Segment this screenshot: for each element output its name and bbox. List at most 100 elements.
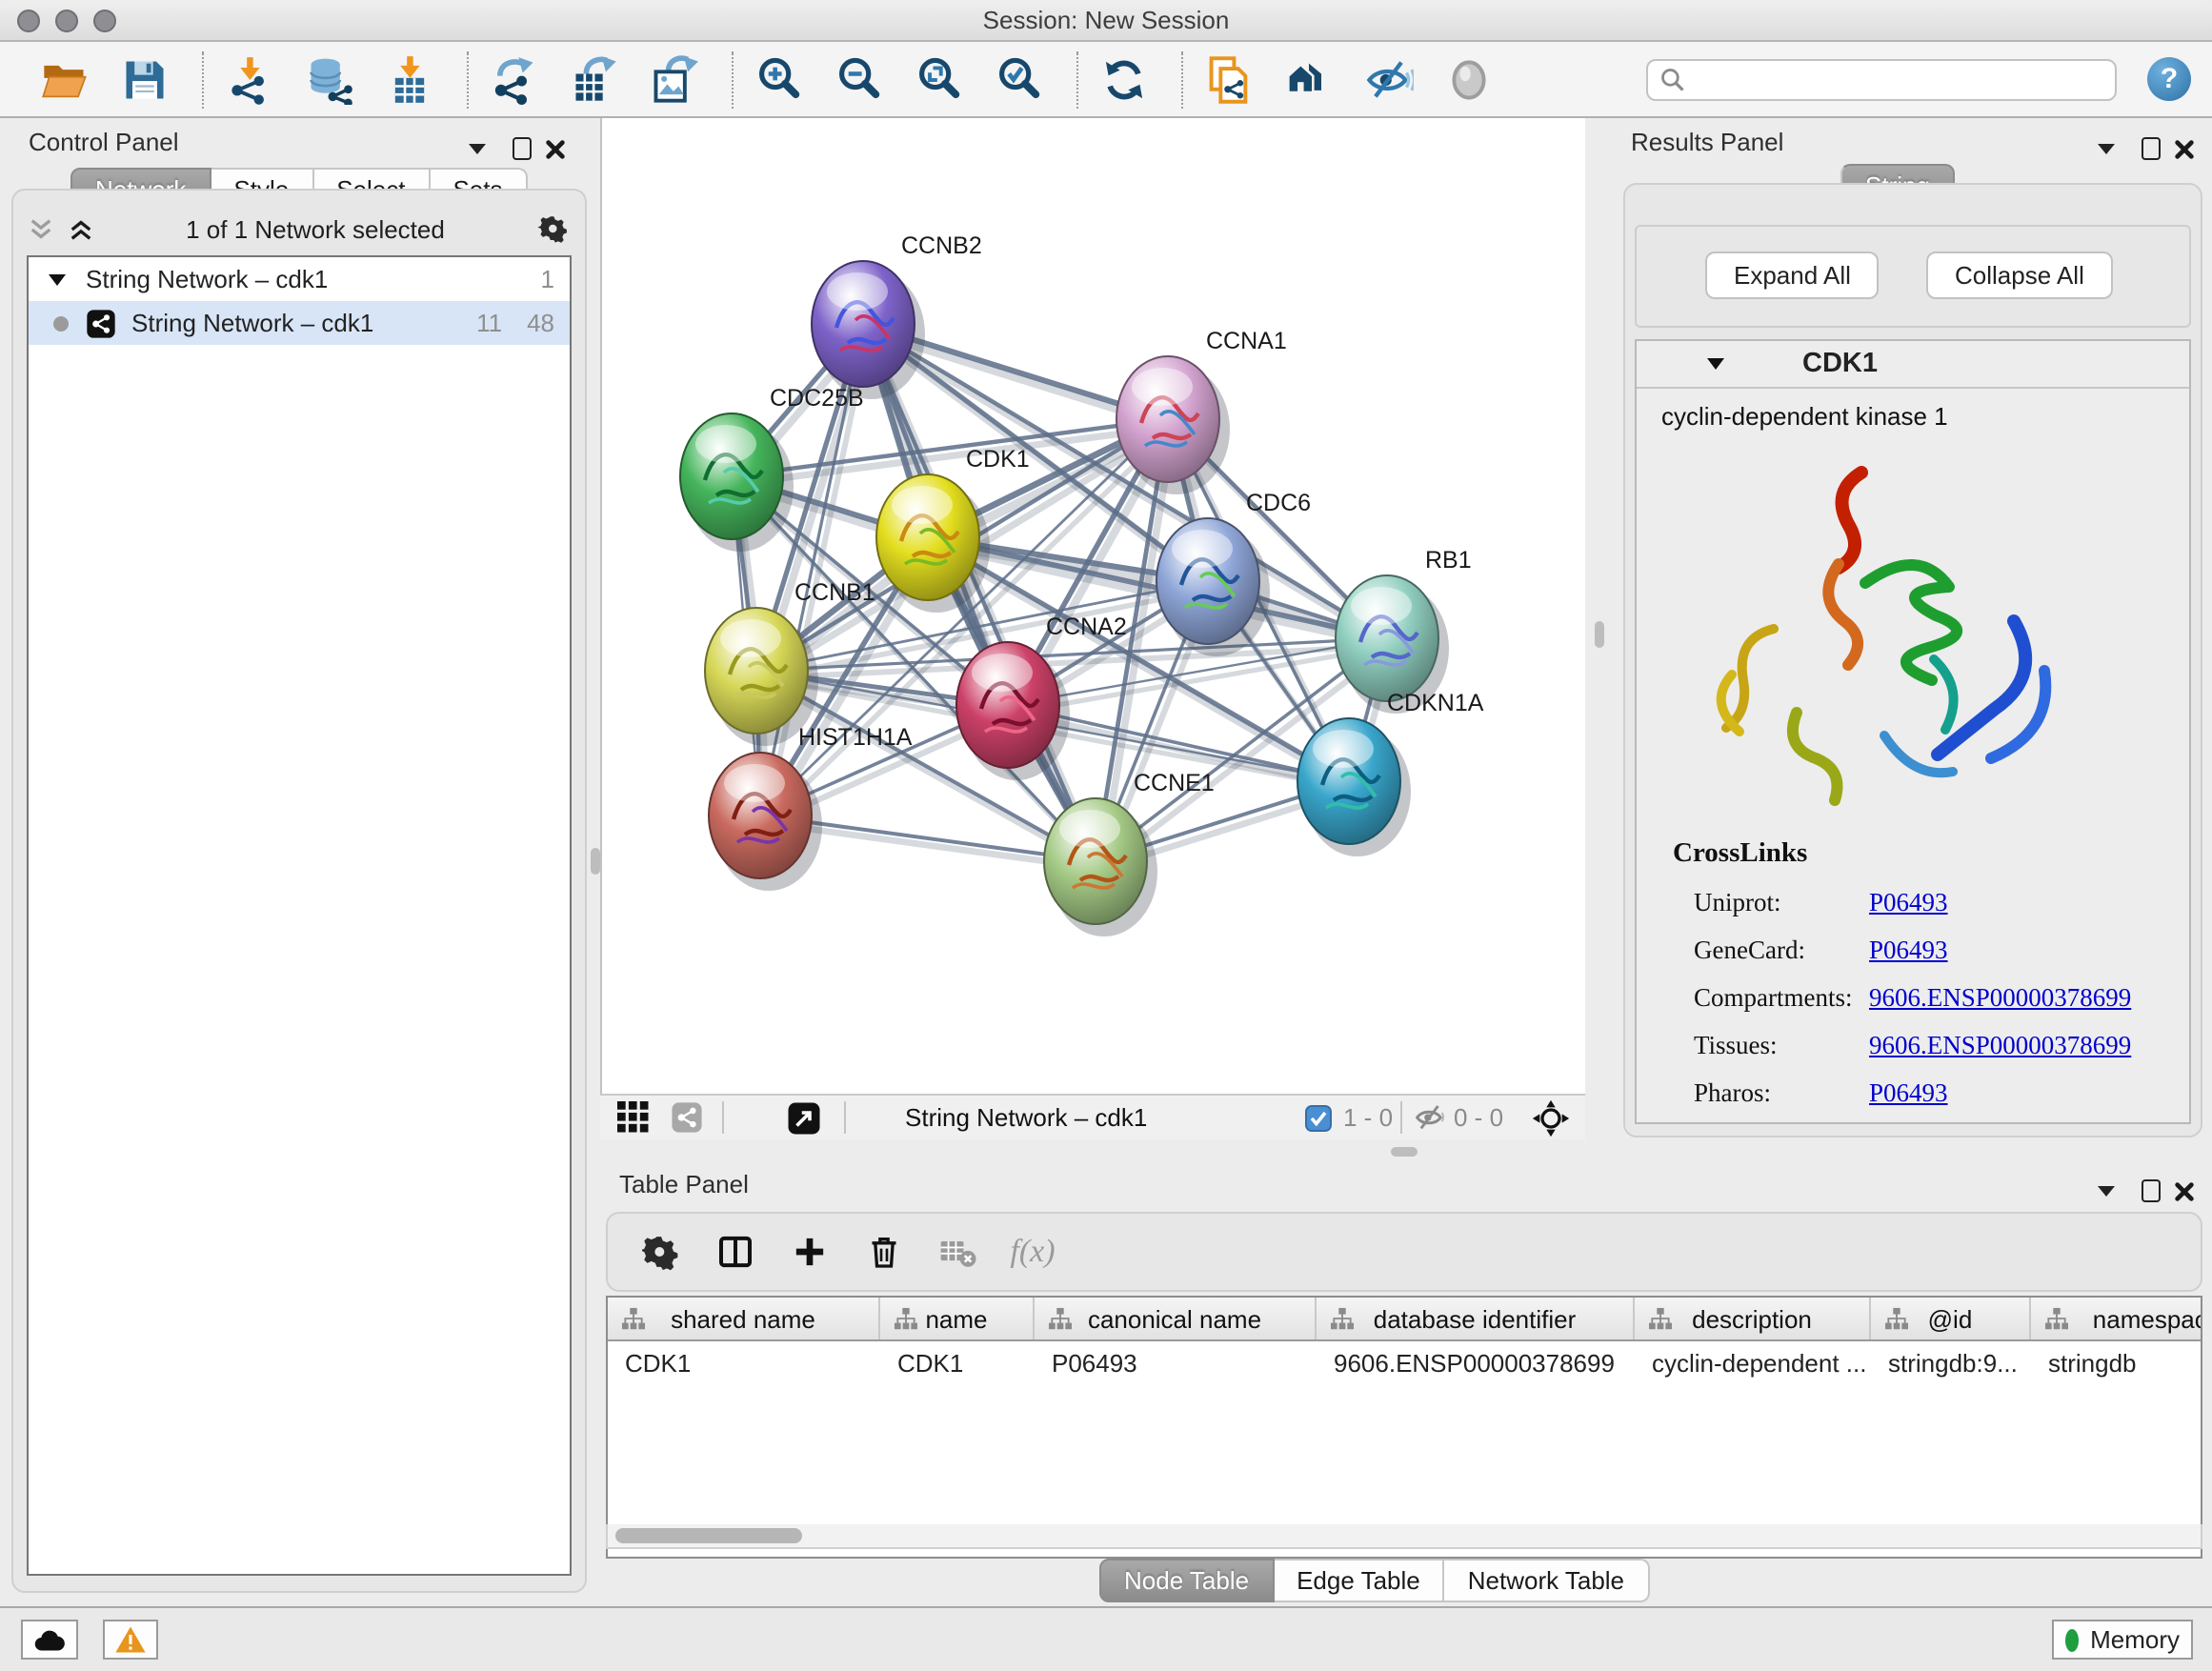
crosslink-value-link[interactable]: 9606.ENSP00000378699: [1869, 1031, 2131, 1061]
table-panel-menu-icon[interactable]: [2096, 1172, 2117, 1210]
right-splitter-handle[interactable]: [1595, 621, 1604, 648]
create-column-button[interactable]: [783, 1225, 836, 1278]
control-panel-close-icon[interactable]: [545, 130, 566, 168]
cdk1-section-header[interactable]: CDK1: [1637, 341, 2189, 389]
node-gloss: [972, 654, 1033, 692]
column-label: @id: [1928, 1304, 1973, 1333]
scrollbar-thumb[interactable]: [615, 1528, 802, 1543]
delete-column-button[interactable]: [857, 1225, 911, 1278]
column-type-icon: [1648, 1307, 1673, 1330]
refresh-icon: [1099, 54, 1149, 104]
node-CCNB2[interactable]: CCNB2: [812, 232, 982, 399]
results-panel-title: Results Panel: [1631, 128, 1783, 156]
grid-view-button[interactable]: [617, 1096, 650, 1139]
table-horizontal-scrollbar[interactable]: [606, 1524, 2202, 1549]
table-tabs: Node TableEdge TableNetwork Table: [1099, 1559, 1649, 1602]
tab-network-table[interactable]: Network Table: [1445, 1559, 1649, 1602]
column-type-icon: [1048, 1307, 1073, 1330]
export-network-button[interactable]: [488, 52, 541, 106]
import-network-database-button[interactable]: [303, 52, 356, 106]
table-panel-close-icon[interactable]: [2174, 1172, 2195, 1210]
save-session-button[interactable]: [118, 52, 171, 106]
selected-checkbox-icon[interactable]: [1305, 1096, 1332, 1139]
section-expanded-icon[interactable]: [1705, 356, 1726, 372]
crosslink-value-link[interactable]: P06493: [1869, 1078, 1948, 1109]
network-options-gear-icon[interactable]: [537, 212, 570, 245]
network-collection-row[interactable]: String Network – cdk1 1: [29, 257, 570, 301]
help-button[interactable]: ?: [2147, 57, 2191, 101]
table-panel-float-icon[interactable]: [2142, 1172, 2161, 1210]
import-network-icon: [225, 54, 274, 104]
left-splitter-handle[interactable]: [591, 848, 600, 875]
crosslink-label: Uniprot:: [1694, 888, 1869, 918]
show-column-panel-button[interactable]: [709, 1225, 762, 1278]
node-gloss: [1059, 810, 1120, 848]
zoom-out-button[interactable]: [833, 52, 886, 106]
open-session-button[interactable]: [38, 52, 91, 106]
search-field[interactable]: [1686, 60, 2115, 98]
node-gloss: [827, 272, 888, 311]
node-HIST1H1A[interactable]: HIST1H1A: [709, 724, 913, 891]
column-header-name[interactable]: name: [880, 1298, 1035, 1339]
expand-all-button[interactable]: Expand All: [1705, 252, 1880, 299]
show-all-panels-button[interactable]: [1282, 52, 1336, 106]
export-table-button[interactable]: [568, 52, 621, 106]
control-panel-menu-icon[interactable]: [467, 130, 488, 168]
table-row[interactable]: CDK1CDK1P064939606.ENSP00000378699cyclin…: [608, 1341, 2202, 1387]
crosslink-label: GeneCard:: [1694, 936, 1869, 966]
zoom-in-button[interactable]: [753, 52, 806, 106]
tab-node-table[interactable]: Node Table: [1099, 1559, 1274, 1602]
fit-selection-crosshair-button[interactable]: [1532, 1096, 1570, 1139]
table-panel: Table Panel: [600, 1162, 2208, 1601]
results-panel-float-icon[interactable]: [2142, 130, 2161, 168]
column-header-canonical-name[interactable]: canonical name: [1035, 1298, 1317, 1339]
footer-separator: [1400, 1101, 1402, 1134]
network-view-share-button[interactable]: [671, 1096, 703, 1139]
tab-edge-table[interactable]: Edge Table: [1274, 1559, 1445, 1602]
network-row[interactable]: String Network – cdk1 11 48: [29, 301, 570, 345]
collection-expanded-icon[interactable]: [48, 272, 67, 287]
results-panel-close-icon[interactable]: [2174, 130, 2195, 168]
expand-all-networks-icon[interactable]: [69, 216, 93, 241]
clone-network-button[interactable]: [1202, 52, 1256, 106]
control-panel-float-icon[interactable]: [513, 130, 532, 168]
column-header-namespace[interactable]: namespace: [2031, 1298, 2202, 1339]
network-canvas[interactable]: CCNB2CCNA1CDC25BCDK1CDC6RB1CCNB1CCNA2CDK…: [600, 118, 1585, 1094]
crosslink-value-link[interactable]: P06493: [1869, 936, 1948, 966]
export-image-button[interactable]: [648, 52, 701, 106]
column-header-shared-name[interactable]: shared name: [608, 1298, 880, 1339]
column-header-database-identifier[interactable]: database identifier: [1317, 1298, 1635, 1339]
network-view-toolbar: String Network – cdk1 1 - 0 0 - 0: [600, 1094, 1585, 1139]
memory-button[interactable]: Memory: [2052, 1620, 2193, 1660]
table-settings-button[interactable]: [634, 1225, 688, 1278]
node-CDKN1A[interactable]: CDKN1A: [1297, 690, 1484, 856]
zoom-selected-button[interactable]: [993, 52, 1046, 106]
crosslink-value-link[interactable]: 9606.ENSP00000378699: [1869, 983, 2131, 1014]
hidden-eye-icon[interactable]: [1414, 1096, 1446, 1139]
node-RB1[interactable]: RB1: [1336, 547, 1472, 714]
collapse-all-networks-icon[interactable]: [29, 216, 53, 241]
cloud-status-button[interactable]: [21, 1620, 78, 1660]
search-input[interactable]: [1646, 58, 2117, 100]
node-gloss: [892, 486, 953, 524]
refresh-layout-button[interactable]: [1097, 52, 1151, 106]
network-share-icon: [86, 308, 116, 338]
warning-status-button[interactable]: [103, 1620, 158, 1660]
node-label-RB1: RB1: [1425, 547, 1472, 574]
show-hide-eye-button[interactable]: [1442, 52, 1496, 106]
network-panel-body: 1 of 1 Network selected String Network –…: [11, 189, 587, 1593]
import-table-button[interactable]: [383, 52, 436, 106]
node-CCNA1[interactable]: CCNA1: [1116, 328, 1287, 494]
column-header-description[interactable]: description: [1635, 1298, 1871, 1339]
hide-graphics-details-button[interactable]: [1362, 52, 1416, 106]
node-label-CCNE1: CCNE1: [1134, 770, 1215, 796]
column-header--id[interactable]: @id: [1871, 1298, 2031, 1339]
results-panel-menu-icon[interactable]: [2096, 130, 2117, 168]
collapse-all-button[interactable]: Collapse All: [1926, 252, 2113, 299]
zoom-fit-button[interactable]: [913, 52, 966, 106]
crosslink-value-link[interactable]: P06493: [1869, 888, 1948, 918]
column-label: database identifier: [1374, 1304, 1577, 1333]
import-network-file-button[interactable]: [223, 52, 276, 106]
birdseye-view-button[interactable]: [787, 1096, 821, 1139]
bottom-splitter-handle[interactable]: [1391, 1147, 1418, 1157]
